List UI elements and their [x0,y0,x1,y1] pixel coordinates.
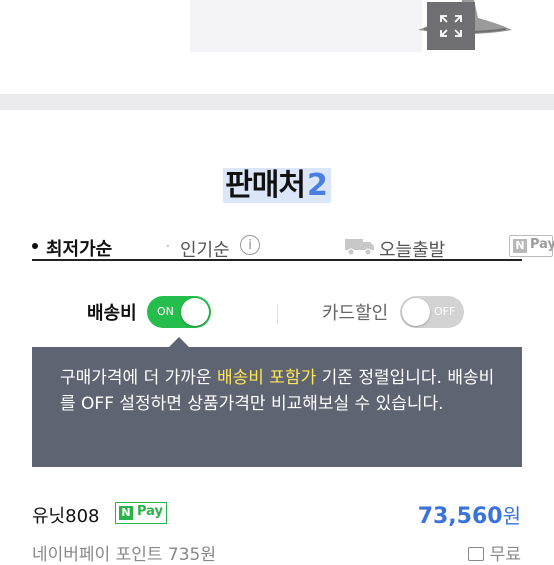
toggle-off-label: OFF [434,305,456,318]
section-divider [0,94,554,110]
npay-filter[interactable]: N Pay [509,235,554,257]
toggle-on-label: ON [157,305,174,318]
tooltip-text: 구매가격에 더 가까운 배송비 포함가 기준 정렬입니다. 배송비를 OFF 설… [60,365,500,417]
price-currency: 원 [502,504,521,528]
selected-dot [32,243,38,249]
npay-label: Pay [530,237,554,252]
filter-divider [277,304,278,324]
product-image-area [0,0,554,92]
price-value: 73,560 [417,504,503,529]
npay-points: 네이버페이 포인트 735원 [32,545,217,565]
card-discount-label: 카드할인 [322,303,389,324]
toggle-knob [402,298,430,326]
seller-npay-badge: N Pay [115,502,167,524]
npay-label: Pay [137,504,164,519]
truck-icon [345,239,374,256]
sellers-count: 2 [306,168,331,203]
seller-name-link[interactable]: 유닛808 [32,502,99,528]
sort-separator: · [165,236,171,257]
shipping-fee-label: 배송비 [87,303,137,324]
seller-price[interactable]: 73,560원 [418,500,521,529]
shipping-fee-toggle[interactable]: ON [147,296,211,328]
sort-underline [32,259,522,261]
toggle-knob [181,298,209,326]
sellers-heading: 판매처2 [0,160,554,204]
product-photo [190,0,512,52]
expand-icon [440,15,462,37]
expand-image-button[interactable] [427,2,475,50]
sort-lowest-price[interactable]: 최저가순 [46,235,112,261]
tooltip-text-part: 구매가격에 더 가까운 [60,368,217,388]
sellers-title: 판매처 [223,168,307,203]
info-icon[interactable]: i [240,235,260,255]
npay-icon: N [119,506,133,520]
npay-icon: N [513,239,527,253]
shipping-fee-value: 무료 [489,545,521,565]
shipping-icon [467,547,484,561]
tooltip-highlight: 배송비 포함가 [216,368,317,388]
sort-bar: 최저가순 · 인기순 i 오늘출발 N Pay [32,232,554,261]
shipping-fee-info: 무료 [467,540,521,565]
card-discount-toggle[interactable]: OFF [400,296,464,328]
